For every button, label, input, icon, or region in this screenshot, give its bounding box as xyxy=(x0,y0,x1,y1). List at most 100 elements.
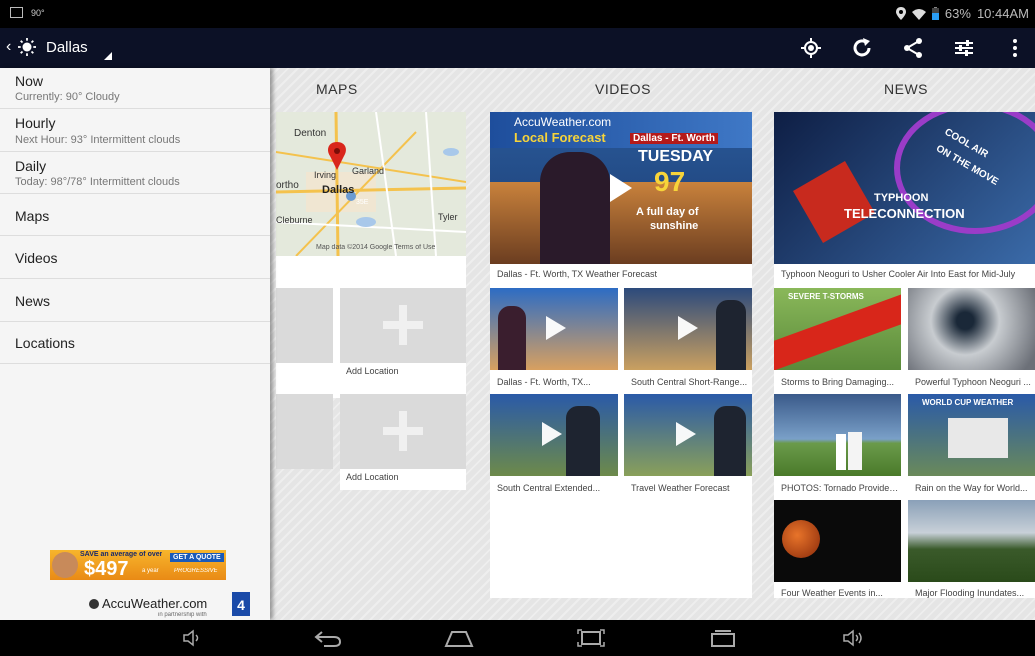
drawer-item-title: News xyxy=(15,293,51,309)
play-icon xyxy=(542,422,562,446)
screenshot-icon xyxy=(10,7,23,18)
video-caption[interactable]: Dallas - Ft. Worth, TX... xyxy=(497,377,615,387)
play-icon xyxy=(678,316,698,340)
news-label: SEVERE T-STORMS xyxy=(788,292,864,301)
battery-icon xyxy=(931,7,939,20)
news-thumbnail[interactable]: WORLD CUP WEATHER xyxy=(908,394,1035,476)
svg-text:35E: 35E xyxy=(356,199,369,206)
advertisement-banner[interactable]: SAVE an average of over $497 a year GET … xyxy=(50,550,226,580)
fox4-station-number: 4 xyxy=(237,597,245,613)
back-icon[interactable] xyxy=(314,628,342,648)
drawer-item-title: Videos xyxy=(15,250,58,266)
news-thumbnail[interactable] xyxy=(908,288,1035,370)
map-city-label: ortho xyxy=(276,180,299,191)
add-location-tile[interactable]: Add Location xyxy=(340,288,466,384)
volume-down-icon[interactable] xyxy=(182,628,204,648)
news-thumbnail[interactable]: SEVERE T-STORMS xyxy=(774,288,901,370)
video-brand: AccuWeather.com xyxy=(514,115,612,129)
play-icon xyxy=(676,422,696,446)
add-location-label: Add Location xyxy=(346,472,399,482)
drawer-item-videos[interactable]: Videos xyxy=(0,236,270,279)
map-city-label: Tyler xyxy=(438,212,458,222)
video-desc: sunshine xyxy=(650,220,699,232)
drawer-item-news[interactable]: News xyxy=(0,279,270,322)
video-caption[interactable]: South Central Short-Range... xyxy=(631,377,749,387)
drawer-item-maps[interactable]: Maps xyxy=(0,194,270,236)
news-thumbnail[interactable] xyxy=(908,500,1035,582)
location-dropdown-icon[interactable] xyxy=(104,52,112,60)
featured-news-thumbnail[interactable]: COOL AIR ON THE MOVE TYPHOON TELECONNECT… xyxy=(774,112,1035,264)
location-name[interactable]: Dallas xyxy=(46,39,88,56)
news-caption[interactable]: Storms to Bring Damaging... xyxy=(781,377,899,387)
map-city-label: Garland xyxy=(352,166,385,176)
video-caption[interactable]: South Central Extended... xyxy=(497,483,615,493)
footer-partner: in partnership with xyxy=(158,612,207,618)
drawer-item-title: Locations xyxy=(15,335,75,351)
news-thumbnail[interactable] xyxy=(774,394,901,476)
video-caption[interactable]: Travel Weather Forecast xyxy=(631,483,749,493)
status-temperature: 90° xyxy=(31,7,45,18)
refresh-icon[interactable] xyxy=(850,36,874,60)
ad-amount: $497 xyxy=(84,558,129,580)
video-thumbnail[interactable] xyxy=(624,288,752,370)
video-desc: A full day of xyxy=(636,206,699,218)
volume-up-icon[interactable] xyxy=(842,628,868,648)
gps-locate-icon[interactable] xyxy=(799,36,823,60)
map-attribution: Map data ©2014 Google Terms of Use xyxy=(316,244,436,251)
news-thumbnail[interactable] xyxy=(774,500,901,582)
drawer-item-title: Hourly xyxy=(15,115,56,131)
video-show: Local Forecast xyxy=(514,130,606,145)
add-location-label: Add Location xyxy=(346,366,399,376)
ad-quote-button[interactable]: GET A QUOTE xyxy=(170,553,224,562)
news-caption[interactable]: Four Weather Events in... xyxy=(781,588,899,598)
plus-icon xyxy=(383,300,423,350)
drawer-item-subtitle: Today: 98°/78° Intermittent clouds xyxy=(15,176,180,188)
map-city-label: Cleburne xyxy=(276,215,313,225)
ad-headline: SAVE an average of over xyxy=(80,551,163,558)
location-icon xyxy=(895,7,906,20)
video-temp: 97 xyxy=(654,166,686,197)
news-caption[interactable]: Powerful Typhoon Neoguri ... xyxy=(915,377,1033,387)
video-region: Dallas - Ft. Worth xyxy=(630,133,719,144)
plus-icon xyxy=(383,406,423,456)
add-location-tile[interactable]: Add Location xyxy=(340,394,466,490)
map-thumbnail[interactable]: 35E Denton Irving Garland Dallas Cleburn… xyxy=(276,112,466,256)
drawer-item-title: Daily xyxy=(15,158,47,174)
news-caption[interactable]: Major Flooding Inundates... xyxy=(915,588,1033,598)
overflow-menu-icon[interactable] xyxy=(1003,36,1027,60)
news-caption[interactable]: Rain on the Way for World... xyxy=(915,483,1033,493)
drawer-item-locations[interactable]: Locations xyxy=(0,322,270,364)
video-day: TUESDAY xyxy=(638,148,713,165)
map-city-label: Dallas xyxy=(322,184,355,196)
drawer-item-daily[interactable]: Daily Today: 98°/78° Intermittent clouds xyxy=(0,152,270,194)
add-location-tile-partial[interactable] xyxy=(276,394,333,469)
settings-sliders-icon[interactable] xyxy=(952,36,976,60)
drawer-item-subtitle: Currently: 90° Cloudy xyxy=(15,91,120,103)
recent-apps-icon[interactable] xyxy=(708,628,738,648)
news-label: WORLD CUP WEATHER xyxy=(922,398,1014,407)
drawer-item-now[interactable]: Now Currently: 90° Cloudy xyxy=(0,68,270,109)
sun-icon xyxy=(18,38,36,56)
videos-heading: VIDEOS xyxy=(595,81,651,97)
featured-video-thumbnail[interactable]: AccuWeather.com Local Forecast Dallas - … xyxy=(490,112,752,264)
footer-brand: AccuWeather.com xyxy=(102,596,208,611)
ad-brand: PROGRESSIVE xyxy=(174,568,218,574)
map-city-label: Denton xyxy=(294,128,327,139)
video-thumbnail[interactable] xyxy=(490,288,618,370)
news-label: TYPHOON xyxy=(874,192,929,204)
drawer-item-title: Maps xyxy=(15,208,50,224)
status-bar: 90° 63% 10:44AM xyxy=(0,0,1035,28)
share-icon[interactable] xyxy=(901,36,925,60)
add-location-tile-partial[interactable] xyxy=(276,288,333,363)
featured-video-caption[interactable]: Dallas - Ft. Worth, TX Weather Forecast xyxy=(497,269,745,279)
maps-heading: MAPS xyxy=(316,81,358,97)
back-chevron-icon[interactable]: ‹ xyxy=(6,38,11,56)
status-time: 10:44AM xyxy=(976,6,1029,21)
video-thumbnail[interactable] xyxy=(490,394,618,476)
home-icon[interactable] xyxy=(444,628,474,648)
drawer-item-hourly[interactable]: Hourly Next Hour: 93° Intermittent cloud… xyxy=(0,109,270,152)
featured-news-caption[interactable]: Typhoon Neoguri to Usher Cooler Air Into… xyxy=(781,269,1029,279)
news-caption[interactable]: PHOTOS: Tornado Provides... xyxy=(781,483,899,493)
video-thumbnail[interactable] xyxy=(624,394,752,476)
screenshot-icon[interactable] xyxy=(576,628,606,648)
